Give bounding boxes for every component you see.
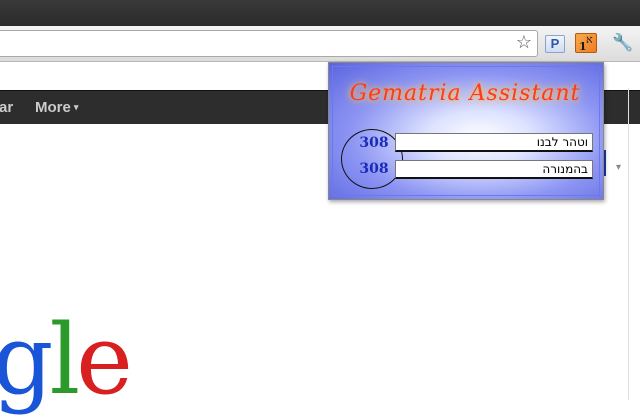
popup-title: Gematria Assistant	[349, 81, 581, 106]
page-scrollbar[interactable]	[628, 88, 640, 400]
gem-icon-number: 1	[579, 40, 587, 53]
browser-toolbar	[0, 26, 640, 62]
logo-letter-e: e	[76, 304, 133, 416]
address-bar[interactable]	[0, 30, 538, 57]
chevron-down-icon: ▾	[73, 102, 79, 112]
hebrew-input-1[interactable]: וטהר לבנו	[395, 133, 593, 152]
nav-item-ar[interactable]: ar	[0, 99, 13, 116]
wrench-icon[interactable]: 🔧	[612, 32, 633, 54]
hebrew-input-2[interactable]: בהמנורה	[395, 160, 593, 179]
window-titlebar	[0, 0, 640, 26]
gematria-extension-icon[interactable]: א 1	[575, 33, 597, 53]
logo-letter-g: g	[0, 304, 53, 416]
google-logo: gle	[0, 312, 133, 408]
logo-letter-l: l	[49, 304, 80, 416]
gematria-popup: Gematria Assistant 308 308 וטהר לבנו בהמ…	[328, 62, 604, 200]
dropdown-arrow-icon[interactable]: ▾	[616, 162, 621, 173]
gematria-value-1: 308	[359, 135, 389, 151]
p-extension-icon[interactable]: P	[545, 35, 565, 53]
star-icon[interactable]: ☆	[514, 31, 534, 53]
gem-icon-letter: א	[586, 33, 593, 46]
gematria-value-2: 308	[359, 161, 389, 177]
nav-more-label: More	[35, 99, 71, 116]
nav-item-more[interactable]: More ▾	[35, 99, 78, 116]
